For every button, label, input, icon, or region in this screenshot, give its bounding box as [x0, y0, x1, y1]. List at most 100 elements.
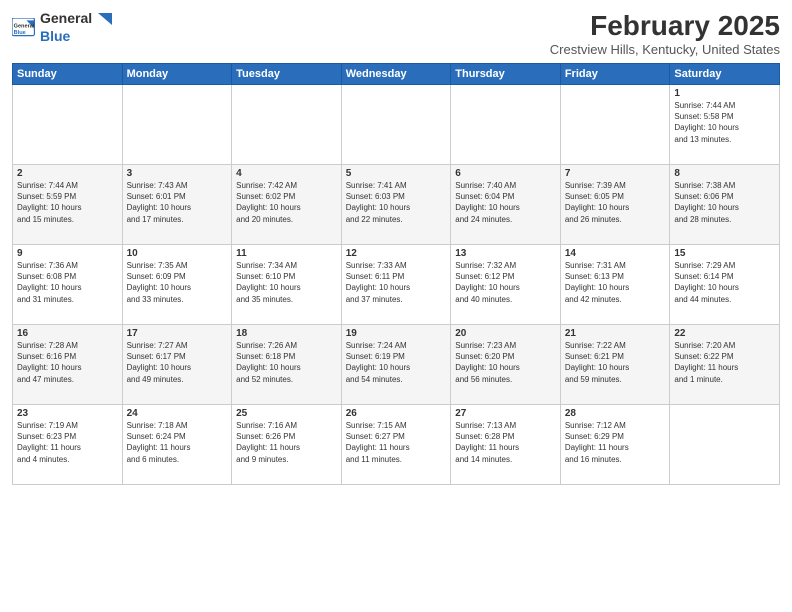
day-info: Sunrise: 7:33 AM Sunset: 6:11 PM Dayligh… — [346, 260, 447, 305]
day-info: Sunrise: 7:28 AM Sunset: 6:16 PM Dayligh… — [17, 340, 118, 385]
day-number: 14 — [565, 248, 666, 259]
header-tuesday: Tuesday — [232, 64, 342, 85]
calendar-cell: 6Sunrise: 7:40 AM Sunset: 6:04 PM Daylig… — [451, 165, 561, 245]
calendar-cell — [13, 85, 123, 165]
day-info: Sunrise: 7:41 AM Sunset: 6:03 PM Dayligh… — [346, 180, 447, 225]
day-info: Sunrise: 7:24 AM Sunset: 6:19 PM Dayligh… — [346, 340, 447, 385]
day-number: 26 — [346, 408, 447, 419]
calendar-week-1: 2Sunrise: 7:44 AM Sunset: 5:59 PM Daylig… — [13, 165, 780, 245]
day-number: 28 — [565, 408, 666, 419]
day-info: Sunrise: 7:26 AM Sunset: 6:18 PM Dayligh… — [236, 340, 337, 385]
logo-icon: General Blue — [12, 18, 36, 38]
logo-blue: Blue — [40, 28, 70, 44]
day-number: 22 — [674, 328, 775, 339]
header-friday: Friday — [560, 64, 670, 85]
calendar-cell: 26Sunrise: 7:15 AM Sunset: 6:27 PM Dayli… — [341, 405, 451, 485]
calendar-cell: 18Sunrise: 7:26 AM Sunset: 6:18 PM Dayli… — [232, 325, 342, 405]
calendar-cell: 9Sunrise: 7:36 AM Sunset: 6:08 PM Daylig… — [13, 245, 123, 325]
calendar-cell: 1Sunrise: 7:44 AM Sunset: 5:58 PM Daylig… — [670, 85, 780, 165]
day-info: Sunrise: 7:38 AM Sunset: 6:06 PM Dayligh… — [674, 180, 775, 225]
day-info: Sunrise: 7:29 AM Sunset: 6:14 PM Dayligh… — [674, 260, 775, 305]
day-number: 13 — [455, 248, 556, 259]
day-number: 3 — [127, 168, 228, 179]
day-info: Sunrise: 7:42 AM Sunset: 6:02 PM Dayligh… — [236, 180, 337, 225]
calendar-subtitle: Crestview Hills, Kentucky, United States — [550, 42, 780, 57]
svg-text:Blue: Blue — [14, 30, 26, 36]
day-number: 21 — [565, 328, 666, 339]
calendar-cell: 17Sunrise: 7:27 AM Sunset: 6:17 PM Dayli… — [122, 325, 232, 405]
calendar-header-row: SundayMondayTuesdayWednesdayThursdayFrid… — [13, 64, 780, 85]
calendar-cell: 5Sunrise: 7:41 AM Sunset: 6:03 PM Daylig… — [341, 165, 451, 245]
day-number: 6 — [455, 168, 556, 179]
header-wednesday: Wednesday — [341, 64, 451, 85]
day-info: Sunrise: 7:44 AM Sunset: 5:58 PM Dayligh… — [674, 100, 775, 145]
day-number: 8 — [674, 168, 775, 179]
header-thursday: Thursday — [451, 64, 561, 85]
calendar-cell — [341, 85, 451, 165]
day-info: Sunrise: 7:18 AM Sunset: 6:24 PM Dayligh… — [127, 420, 228, 465]
day-number: 17 — [127, 328, 228, 339]
calendar-cell: 20Sunrise: 7:23 AM Sunset: 6:20 PM Dayli… — [451, 325, 561, 405]
calendar-cell: 27Sunrise: 7:13 AM Sunset: 6:28 PM Dayli… — [451, 405, 561, 485]
day-info: Sunrise: 7:27 AM Sunset: 6:17 PM Dayligh… — [127, 340, 228, 385]
calendar-cell: 8Sunrise: 7:38 AM Sunset: 6:06 PM Daylig… — [670, 165, 780, 245]
calendar-cell: 14Sunrise: 7:31 AM Sunset: 6:13 PM Dayli… — [560, 245, 670, 325]
calendar-cell — [560, 85, 670, 165]
calendar-cell: 3Sunrise: 7:43 AM Sunset: 6:01 PM Daylig… — [122, 165, 232, 245]
day-info: Sunrise: 7:40 AM Sunset: 6:04 PM Dayligh… — [455, 180, 556, 225]
calendar-cell: 15Sunrise: 7:29 AM Sunset: 6:14 PM Dayli… — [670, 245, 780, 325]
day-number: 4 — [236, 168, 337, 179]
calendar-cell: 24Sunrise: 7:18 AM Sunset: 6:24 PM Dayli… — [122, 405, 232, 485]
day-number: 10 — [127, 248, 228, 259]
day-number: 9 — [17, 248, 118, 259]
calendar-cell: 12Sunrise: 7:33 AM Sunset: 6:11 PM Dayli… — [341, 245, 451, 325]
day-number: 24 — [127, 408, 228, 419]
calendar-cell: 22Sunrise: 7:20 AM Sunset: 6:22 PM Dayli… — [670, 325, 780, 405]
day-number: 1 — [674, 88, 775, 99]
day-info: Sunrise: 7:43 AM Sunset: 6:01 PM Dayligh… — [127, 180, 228, 225]
day-info: Sunrise: 7:44 AM Sunset: 5:59 PM Dayligh… — [17, 180, 118, 225]
header-monday: Monday — [122, 64, 232, 85]
day-info: Sunrise: 7:20 AM Sunset: 6:22 PM Dayligh… — [674, 340, 775, 385]
day-number: 11 — [236, 248, 337, 259]
day-info: Sunrise: 7:22 AM Sunset: 6:21 PM Dayligh… — [565, 340, 666, 385]
calendar-cell — [451, 85, 561, 165]
calendar-cell: 23Sunrise: 7:19 AM Sunset: 6:23 PM Dayli… — [13, 405, 123, 485]
day-number: 5 — [346, 168, 447, 179]
calendar-week-0: 1Sunrise: 7:44 AM Sunset: 5:58 PM Daylig… — [13, 85, 780, 165]
calendar-cell: 28Sunrise: 7:12 AM Sunset: 6:29 PM Dayli… — [560, 405, 670, 485]
day-number: 27 — [455, 408, 556, 419]
day-info: Sunrise: 7:32 AM Sunset: 6:12 PM Dayligh… — [455, 260, 556, 305]
calendar-cell: 25Sunrise: 7:16 AM Sunset: 6:26 PM Dayli… — [232, 405, 342, 485]
day-info: Sunrise: 7:16 AM Sunset: 6:26 PM Dayligh… — [236, 420, 337, 465]
day-number: 25 — [236, 408, 337, 419]
calendar-cell: 19Sunrise: 7:24 AM Sunset: 6:19 PM Dayli… — [341, 325, 451, 405]
calendar-cell — [670, 405, 780, 485]
logo-arrow-icon — [98, 13, 112, 25]
svg-text:General: General — [14, 23, 35, 29]
day-info: Sunrise: 7:34 AM Sunset: 6:10 PM Dayligh… — [236, 260, 337, 305]
calendar-week-4: 23Sunrise: 7:19 AM Sunset: 6:23 PM Dayli… — [13, 405, 780, 485]
day-number: 2 — [17, 168, 118, 179]
day-number: 23 — [17, 408, 118, 419]
calendar-week-2: 9Sunrise: 7:36 AM Sunset: 6:08 PM Daylig… — [13, 245, 780, 325]
logo: General Blue General Blue — [12, 10, 112, 46]
header: General Blue General Blue February 2025 … — [12, 10, 780, 57]
title-area: February 2025 Crestview Hills, Kentucky,… — [550, 10, 780, 57]
day-number: 7 — [565, 168, 666, 179]
calendar-cell: 11Sunrise: 7:34 AM Sunset: 6:10 PM Dayli… — [232, 245, 342, 325]
calendar-week-3: 16Sunrise: 7:28 AM Sunset: 6:16 PM Dayli… — [13, 325, 780, 405]
calendar-cell — [232, 85, 342, 165]
day-info: Sunrise: 7:23 AM Sunset: 6:20 PM Dayligh… — [455, 340, 556, 385]
calendar-cell: 10Sunrise: 7:35 AM Sunset: 6:09 PM Dayli… — [122, 245, 232, 325]
calendar-page: General Blue General Blue February 2025 … — [0, 0, 792, 612]
day-info: Sunrise: 7:13 AM Sunset: 6:28 PM Dayligh… — [455, 420, 556, 465]
calendar-title: February 2025 — [550, 10, 780, 42]
day-info: Sunrise: 7:31 AM Sunset: 6:13 PM Dayligh… — [565, 260, 666, 305]
calendar-cell — [122, 85, 232, 165]
day-info: Sunrise: 7:12 AM Sunset: 6:29 PM Dayligh… — [565, 420, 666, 465]
calendar-cell: 4Sunrise: 7:42 AM Sunset: 6:02 PM Daylig… — [232, 165, 342, 245]
day-number: 16 — [17, 328, 118, 339]
day-info: Sunrise: 7:19 AM Sunset: 6:23 PM Dayligh… — [17, 420, 118, 465]
day-info: Sunrise: 7:39 AM Sunset: 6:05 PM Dayligh… — [565, 180, 666, 225]
